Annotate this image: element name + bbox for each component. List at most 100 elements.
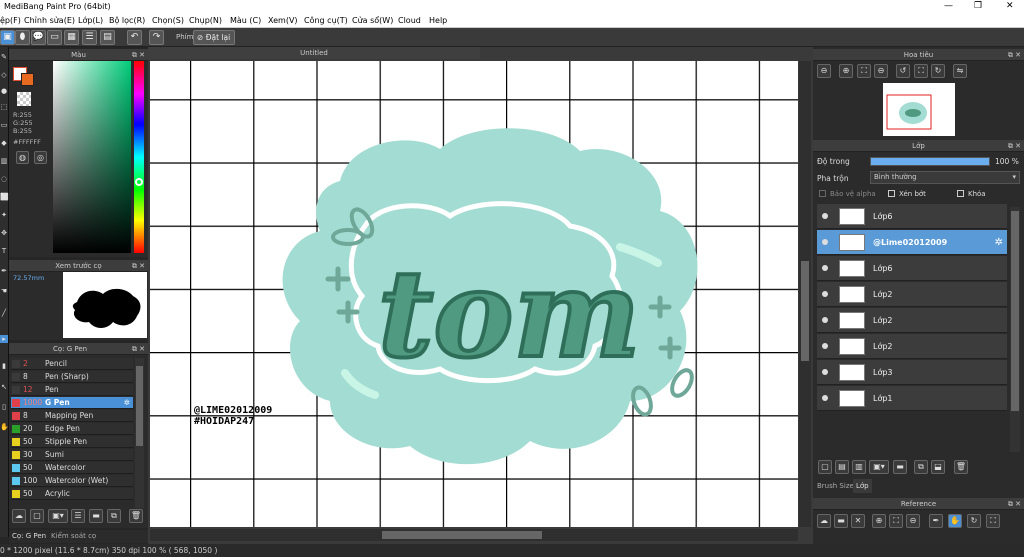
reference-zoom-in-icon[interactable]: ⊕: [872, 514, 886, 528]
speech-bubble-icon[interactable]: 💬: [31, 30, 46, 45]
layers-scroll-thumb[interactable]: [1011, 211, 1019, 411]
hand-icon-small[interactable]: ☚: [0, 287, 8, 295]
cloud-reference-icon[interactable]: ☁: [817, 514, 831, 528]
brush-settings-icon[interactable]: ✲: [124, 397, 130, 409]
minimize-icon[interactable]: —: [944, 1, 953, 11]
magic-wand-icon[interactable]: ✦: [0, 211, 8, 219]
menu-file[interactable]: ệp(F): [0, 16, 21, 25]
duplicate-brush-icon[interactable]: ⧉: [107, 509, 121, 523]
new-layer-icon[interactable]: ▢: [818, 460, 832, 474]
gradient-tool-icon[interactable]: ▥: [0, 157, 8, 165]
palette-icon[interactable]: ◍: [16, 151, 29, 164]
protect-alpha-checkbox[interactable]: [819, 190, 826, 197]
layer-row[interactable]: Lớp1: [817, 386, 1007, 411]
undo-icon[interactable]: ↶: [127, 30, 142, 45]
menu-select[interactable]: Chọn(S): [152, 16, 184, 25]
reference-hand-icon[interactable]: ✋: [948, 514, 962, 528]
layer-row[interactable]: Lớp2: [817, 282, 1007, 307]
brush-item[interactable]: 8 Pen (Sharp): [11, 371, 133, 383]
brush-item[interactable]: 50 Acrylic: [11, 488, 133, 500]
hand-tool-icon[interactable]: ✋: [0, 423, 9, 431]
layer-row[interactable]: Lớp3: [817, 360, 1007, 385]
layer-folder-icon[interactable]: ▬: [893, 460, 907, 474]
menu-help[interactable]: Help: [429, 16, 447, 25]
tab-brush[interactable]: Cọ: G Pen: [12, 530, 46, 543]
ruler-tool-icon[interactable]: ▯: [0, 403, 8, 411]
layer-row-selected[interactable]: @Lime02012009 ✲: [817, 230, 1007, 255]
brush-list-scrollbar[interactable]: [135, 358, 144, 508]
menu-view[interactable]: Xem(V): [268, 16, 298, 25]
dot-tool-icon[interactable]: ●: [0, 87, 8, 95]
brush-scroll-thumb[interactable]: [136, 366, 143, 446]
reference-actual-size-icon[interactable]: ⛶: [986, 514, 1000, 528]
delete-brush-icon[interactable]: 🗑: [129, 509, 143, 523]
visibility-icon[interactable]: [822, 395, 828, 401]
brush-shape-icon[interactable]: ⬮: [15, 30, 30, 45]
redo-icon[interactable]: ↷: [149, 30, 164, 45]
cloud-brush-icon[interactable]: ☁: [12, 509, 26, 523]
layer-row[interactable]: Lớp6: [817, 256, 1007, 281]
rect-select-icon[interactable]: ⬜: [0, 193, 9, 201]
navigator-thumbnail[interactable]: [883, 83, 955, 136]
document-tab[interactable]: Untitled: [148, 47, 480, 59]
visibility-icon[interactable]: [822, 265, 828, 271]
visibility-icon[interactable]: [822, 317, 828, 323]
maximize-icon[interactable]: ❐: [974, 1, 982, 11]
new-brush-icon[interactable]: ▢: [30, 509, 44, 523]
brush-item[interactable]: 8 Mapping Pen: [11, 410, 133, 422]
visibility-icon[interactable]: [822, 239, 828, 245]
vertical-scroll-thumb[interactable]: [801, 261, 809, 361]
divide-tool-icon[interactable]: ╱: [0, 309, 8, 317]
palette-settings-icon[interactable]: ◎: [34, 151, 47, 164]
saturation-value-picker[interactable]: [53, 61, 131, 253]
drawing-canvas[interactable]: tom @LIME02012009 #HOIDAP247: [150, 61, 798, 527]
brush-panel-controls-icon[interactable]: ⧉ ✕: [132, 343, 145, 355]
brush-item[interactable]: 2 Pencil: [11, 358, 133, 370]
visibility-icon[interactable]: [822, 343, 828, 349]
layers-scrollbar[interactable]: [1010, 207, 1020, 452]
menu-snap[interactable]: Chụp(N): [189, 16, 222, 25]
zoom-out-icon[interactable]: ⊖: [817, 64, 831, 78]
horizontal-scroll-thumb[interactable]: [382, 531, 542, 539]
tab-brush-size[interactable]: Brush Size: [817, 479, 854, 493]
add-brush-icon[interactable]: ▣▾: [48, 509, 68, 523]
fill-tool-icon[interactable]: ◆: [0, 139, 8, 147]
reference-zoom-out-icon[interactable]: ⊖: [906, 514, 920, 528]
menu-tools[interactable]: Công cụ(T): [304, 16, 348, 25]
add-layer-menu-icon[interactable]: ▣▾: [869, 460, 889, 474]
brush-item[interactable]: 100 Watercolor (Wet): [11, 475, 133, 487]
merge-layer-icon[interactable]: ⬓: [931, 460, 945, 474]
hue-slider-handle[interactable]: [135, 178, 143, 186]
new-halftone-layer-icon[interactable]: ▤: [835, 460, 849, 474]
layer-row[interactable]: Lớp2: [817, 308, 1007, 333]
zoom-in-icon[interactable]: ⊕: [839, 64, 853, 78]
brush-item[interactable]: 50 Watercolor: [11, 462, 133, 474]
eyedropper-icon[interactable]: ✒: [0, 267, 8, 275]
brush-item-selected[interactable]: 1000 G Pen ✲: [11, 397, 133, 409]
secondary-color-swatch[interactable]: [21, 73, 34, 86]
reference-eyedropper-icon[interactable]: ✒: [929, 514, 943, 528]
layers-controls-icon[interactable]: ⧉ ✕: [1008, 140, 1021, 152]
brush-item[interactable]: 30 Sumi: [11, 449, 133, 461]
menu-layer[interactable]: Lớp(L): [78, 16, 103, 25]
brush-folder-icon[interactable]: ▬: [89, 509, 103, 523]
brush-item[interactable]: 12 Pen: [11, 384, 133, 396]
frame-icon[interactable]: ▤: [100, 30, 115, 45]
opacity-slider[interactable]: [870, 157, 990, 166]
reset-button[interactable]: ⊘ Đặt lại: [193, 30, 235, 45]
brush-item[interactable]: 20 Edge Pen: [11, 423, 133, 435]
menu-color[interactable]: Màu (C): [230, 16, 261, 25]
panel-icon[interactable]: ▭: [47, 30, 62, 45]
brush-options-icon[interactable]: ☰: [71, 509, 85, 523]
preview-controls-icon[interactable]: ⧉ ✕: [132, 260, 145, 272]
move-tool-icon[interactable]: ✥: [0, 229, 8, 237]
visibility-icon[interactable]: [822, 369, 828, 375]
tab-brush-control[interactable]: Kiểm soát cọ: [51, 530, 96, 543]
shape-tool-icon[interactable]: ▭: [0, 121, 8, 129]
panel-tool-icon[interactable]: ▮: [0, 362, 8, 370]
menu-window[interactable]: Cửa sổ(W): [352, 16, 393, 25]
reference-controls-icon[interactable]: ⧉ ✕: [1008, 498, 1021, 510]
flip-icon[interactable]: ⇋: [953, 64, 967, 78]
select-tool-icon[interactable]: ⬚: [0, 103, 8, 111]
visibility-icon[interactable]: [822, 213, 828, 219]
